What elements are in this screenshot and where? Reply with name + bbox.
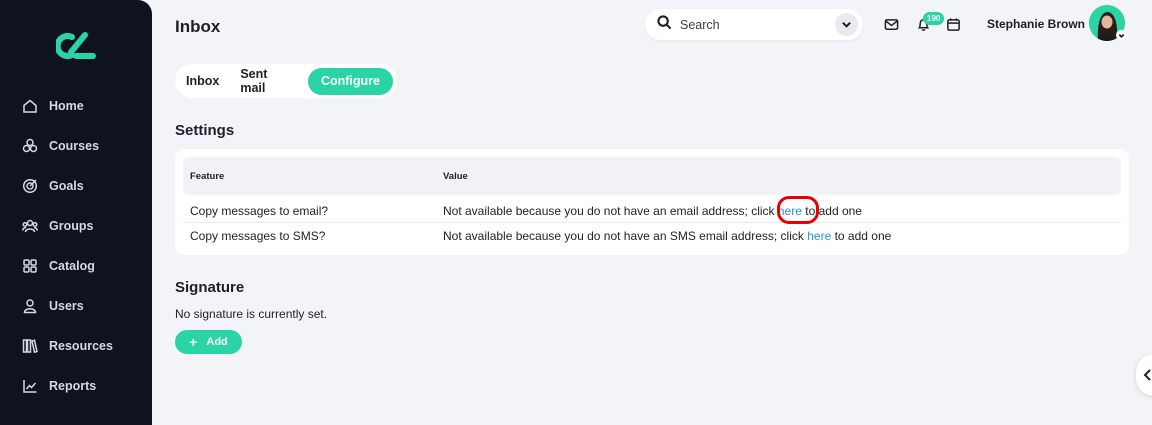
sidebar-item-label: Reports bbox=[49, 379, 97, 393]
feature-cell: Copy messages to SMS? bbox=[190, 229, 326, 243]
sidebar-item-resources[interactable]: Resources bbox=[0, 326, 152, 366]
reports-icon bbox=[22, 378, 38, 394]
page-title: Inbox bbox=[175, 17, 221, 36]
user-name[interactable]: Stephanie Brown bbox=[987, 17, 1085, 31]
search-dropdown-button[interactable] bbox=[835, 13, 858, 36]
tab-inbox[interactable]: Inbox bbox=[186, 74, 219, 88]
sidebar-item-label: Catalog bbox=[49, 259, 95, 273]
table-header: Feature Value bbox=[183, 157, 1121, 195]
courses-icon bbox=[22, 138, 38, 154]
sidebar-item-label: Goals bbox=[49, 179, 84, 193]
sidebar-item-label: Groups bbox=[49, 219, 94, 233]
value-text: to add one bbox=[834, 229, 892, 243]
table-row: Copy messages to SMS? Not available beca… bbox=[183, 222, 1121, 248]
table-row: Copy messages to email? Not available be… bbox=[183, 197, 1121, 223]
search-input[interactable] bbox=[680, 17, 820, 32]
groups-icon bbox=[22, 218, 38, 234]
sidebar-item-reports[interactable]: Reports bbox=[0, 366, 152, 406]
column-header-feature: Feature bbox=[190, 171, 225, 182]
signature-status-text: No signature is currently set. bbox=[175, 307, 328, 321]
catalog-icon bbox=[22, 258, 38, 274]
chevron-down-icon bbox=[842, 21, 851, 28]
sidebar-nav: Home Courses Goals Groups Catalog Users … bbox=[0, 86, 152, 406]
sidebar-item-groups[interactable]: Groups bbox=[0, 206, 152, 246]
sidebar-item-goals[interactable]: Goals bbox=[0, 166, 152, 206]
chevron-left-icon bbox=[1143, 369, 1151, 381]
tab-sent-mail[interactable]: Sent mail bbox=[240, 67, 293, 95]
notification-badge: 190 bbox=[923, 12, 945, 25]
calendar-icon[interactable] bbox=[946, 17, 962, 33]
add-sms-link[interactable]: here bbox=[807, 229, 831, 243]
sidebar-item-label: Users bbox=[49, 299, 84, 313]
sidebar-item-home[interactable]: Home bbox=[0, 86, 152, 126]
search-bar bbox=[645, 9, 863, 40]
logo-icon[interactable] bbox=[56, 30, 96, 62]
resources-icon bbox=[22, 338, 38, 354]
chevron-down-icon[interactable] bbox=[1116, 30, 1126, 40]
settings-table: Feature Value Copy messages to email? No… bbox=[175, 149, 1129, 255]
feature-cell: Copy messages to email? bbox=[190, 204, 329, 218]
column-header-value: Value bbox=[443, 171, 468, 182]
add-signature-label: Add bbox=[206, 336, 228, 348]
sidebar: Home Courses Goals Groups Catalog Users … bbox=[0, 0, 152, 425]
sidebar-item-label: Courses bbox=[49, 139, 100, 153]
sidebar-item-label: Resources bbox=[49, 339, 113, 353]
value-cell: Not available because you do not have an… bbox=[443, 229, 891, 243]
add-email-link[interactable]: here bbox=[778, 204, 802, 218]
tab-configure[interactable]: Configure bbox=[307, 67, 393, 95]
value-cell: Not available because you do not have an… bbox=[443, 204, 862, 218]
sidebar-item-courses[interactable]: Courses bbox=[0, 126, 152, 166]
value-text: Not available because you do not have an… bbox=[443, 204, 775, 218]
search-icon bbox=[657, 14, 672, 35]
sidebar-item-catalog[interactable]: Catalog bbox=[0, 246, 152, 286]
sidebar-item-label: Home bbox=[49, 99, 84, 113]
sidebar-item-users[interactable]: Users bbox=[0, 286, 152, 326]
add-signature-button[interactable]: + Add bbox=[175, 330, 242, 354]
value-text: to add one bbox=[805, 204, 862, 218]
mail-icon[interactable] bbox=[884, 17, 900, 33]
signature-title: Signature bbox=[175, 279, 245, 296]
user-icon bbox=[22, 298, 38, 314]
home-icon bbox=[22, 98, 38, 114]
goals-icon bbox=[22, 178, 38, 194]
collapse-panel-button[interactable] bbox=[1136, 354, 1152, 396]
value-text: Not available because you do not have an… bbox=[443, 229, 804, 243]
plus-icon: + bbox=[189, 334, 198, 350]
settings-title: Settings bbox=[175, 122, 235, 139]
mail-tabs: Inbox Sent mail Configure bbox=[175, 64, 397, 98]
